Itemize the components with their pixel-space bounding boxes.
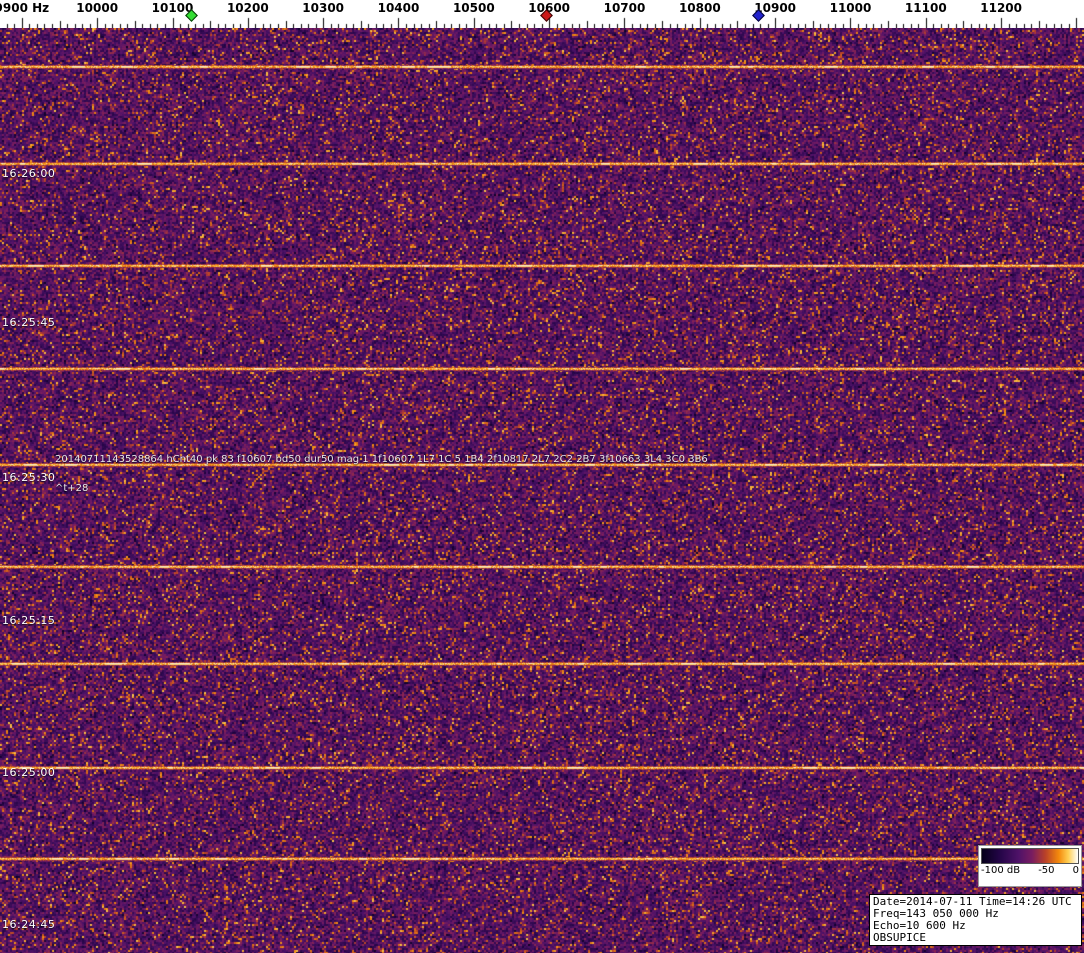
freq-tick-label: 10300 xyxy=(302,1,344,15)
waterfall-app: 9900 Hz 10000 10100 10200 10300 10400 10500 106… xyxy=(0,0,1084,953)
colorbar-label-min: -100 dB xyxy=(981,864,1020,878)
freq-tick-label: 10800 xyxy=(679,1,721,15)
freq-tick-label: 11200 xyxy=(980,1,1022,15)
freq-tick-label: 10500 xyxy=(453,1,495,15)
frequency-ruler[interactable]: 9900 Hz 10000 10100 10200 10300 10400 10500 106… xyxy=(0,0,1084,28)
spectrogram-canvas[interactable] xyxy=(0,28,1084,953)
colorbar-labels: -100 dB -50 0 xyxy=(981,864,1079,878)
freq-tick-label: 11000 xyxy=(830,1,872,15)
freq-tick-label: 10700 xyxy=(604,1,646,15)
freq-tick-label: 9900 Hz xyxy=(0,1,49,15)
freq-tick-label: 10200 xyxy=(227,1,269,15)
colorbar-label-max: 0 xyxy=(1073,864,1079,878)
station-info-box: Date=2014-07-11 Time=14:26 UTC Freq=143 … xyxy=(869,894,1082,946)
freq-tick-label: 11100 xyxy=(905,1,947,15)
freq-tick-label: 10400 xyxy=(378,1,420,15)
colorbar-label-mid: -50 xyxy=(1038,864,1054,878)
freq-tick-label: 10000 xyxy=(76,1,118,15)
colorbar-legend: -100 dB -50 0 xyxy=(978,845,1082,887)
colorbar-gradient xyxy=(981,848,1079,864)
info-line-station: OBSUPICE xyxy=(873,932,1078,944)
